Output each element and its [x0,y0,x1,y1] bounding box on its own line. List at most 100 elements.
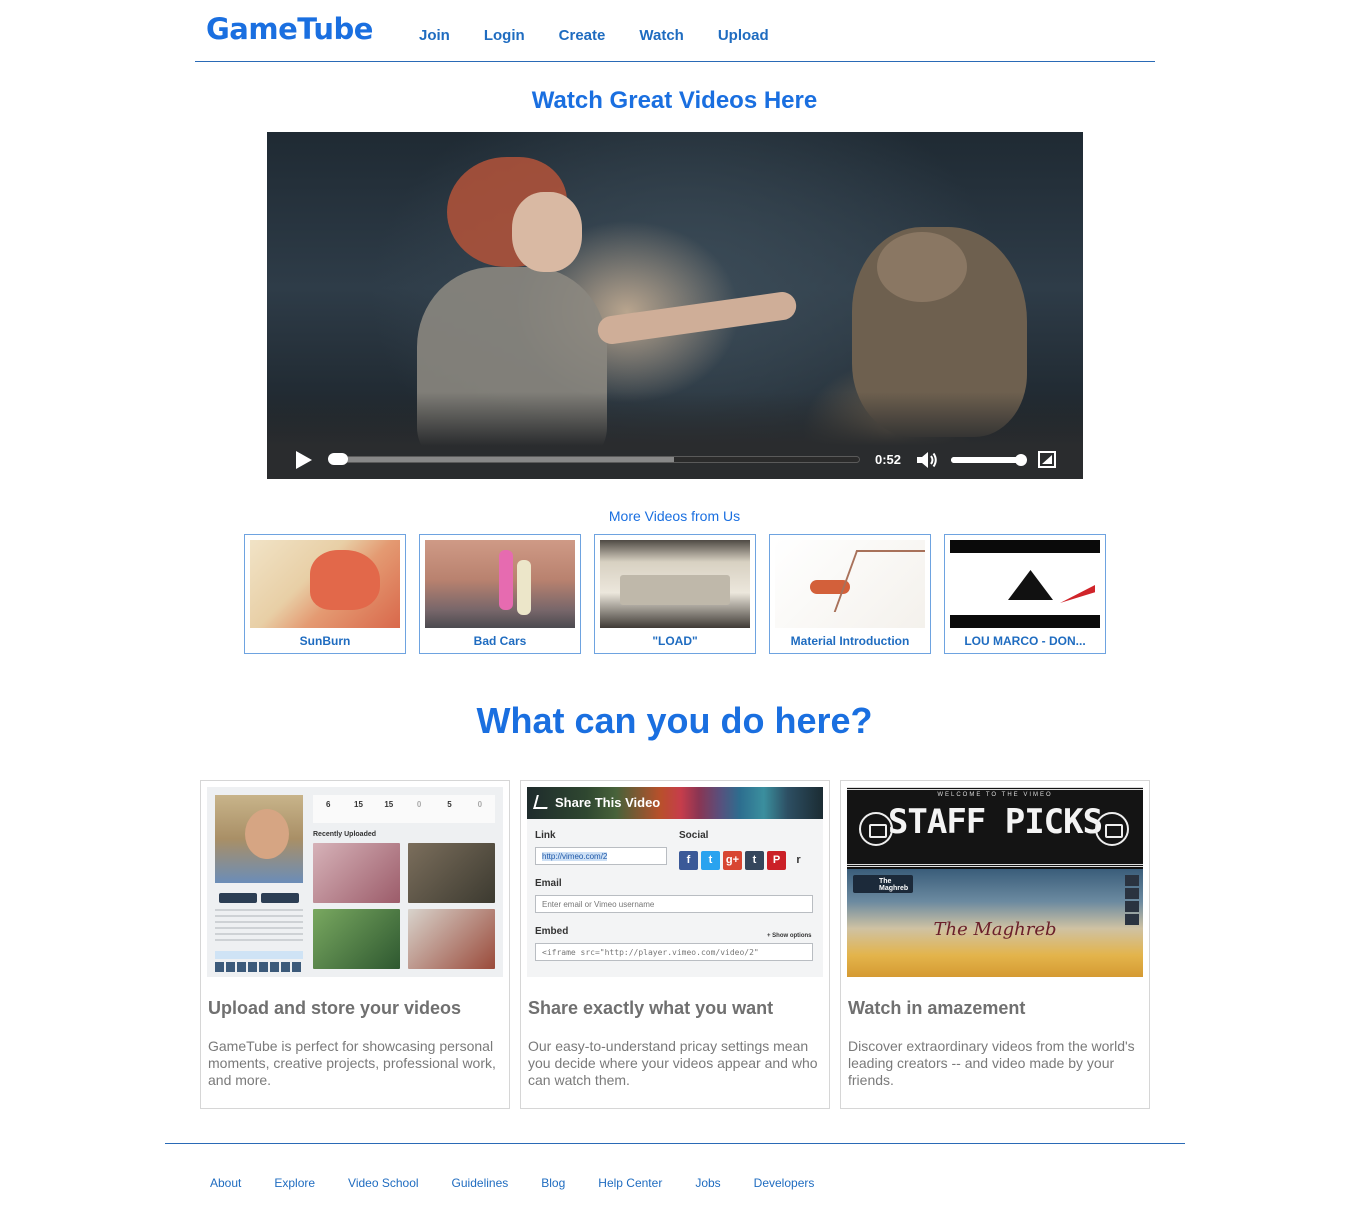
profile-stat: 5 [447,800,452,809]
features-title: What can you do here? [476,700,873,741]
profile-photo [215,795,303,883]
google-plus-icon: g+ [723,851,742,870]
profile-face [245,809,289,859]
share-title: Share This Video [555,795,661,810]
card-text: Our easy-to-understand pricay settings m… [528,1038,818,1088]
more-videos-list: SunBurn Bad Cars "LOAD" Material Introdu… [244,534,1119,654]
tumblr-icon: t [745,851,764,870]
video-script-title: The Maghreb [933,919,1057,940]
footer-link-jobs[interactable]: Jobs [695,1176,720,1190]
more-videos-title: More Videos from Us [608,508,741,524]
profile-stats: 6 15 15 0 5 0 [313,795,495,823]
uploaded-thumb [408,843,495,903]
embed-label: Embed [535,926,569,937]
social-label: Social [679,830,709,841]
feature-card-share: Share This Video Link http://vimeo.com/2… [520,780,830,1109]
follow-button-graphic [219,893,257,903]
social-icons: f t g+ t P r [679,851,811,870]
upload-preview-image: 6 15 15 0 5 0 Recently Uploaded [207,787,503,977]
share-header-bar: Share This Video [527,787,823,819]
thumbnail-title[interactable]: Bad Cars [420,634,580,648]
card-text: Discover extraordinary videos from the w… [848,1038,1135,1088]
footer-nav: About Explore Video School Guidelines Bl… [210,1176,847,1190]
video-thumbnail[interactable]: Bad Cars [419,534,581,654]
video-thumbnail[interactable]: Material Introduction [769,534,931,654]
thumbnail-title[interactable]: SunBurn [245,634,405,648]
profile-stat: 0 [477,800,483,809]
thumbnail-title[interactable]: LOU MARCO - DON... [945,634,1105,648]
thumbnail-title[interactable]: "LOAD" [595,634,755,648]
footer-link-developers[interactable]: Developers [754,1176,815,1190]
site-logo[interactable]: GameTube [206,12,373,46]
hero-title: Watch Great Videos Here [531,87,818,114]
following-avatars-graphic [215,962,303,972]
play-icon[interactable] [296,451,312,469]
facebook-icon: f [679,851,698,870]
staff-picks-welcome: WELCOME TO THE VIMEO [937,792,1053,798]
footer-link-video-school[interactable]: Video School [348,1176,419,1190]
footer-link-explore[interactable]: Explore [274,1176,315,1190]
time-display: 0:52 [875,452,902,467]
thumbnail-image[interactable] [600,540,750,628]
volume-handle[interactable] [1015,454,1027,466]
embed-field: <iframe src="http://player.vimeo.com/vid… [535,943,813,961]
site-header: GameTube Join Login Create Watch Upload [195,0,1155,62]
profile-stat: 6 [325,800,331,809]
uploaded-grid [313,843,495,969]
bio-text-graphic [215,909,303,943]
volume-slider[interactable] [951,457,1019,463]
feature-card-upload: 6 15 15 0 5 0 Recently Uploaded Upload a… [200,780,510,1109]
footer-link-guidelines[interactable]: Guidelines [452,1176,509,1190]
card-heading: Upload and store your videos [208,998,462,1018]
video-badge-text: The Maghreb [879,878,909,892]
footer-link-blog[interactable]: Blog [541,1176,565,1190]
featured-video-frame: The Maghreb The Maghreb [847,869,1143,977]
uploaded-thumb [408,909,495,969]
thumbnail-image[interactable] [425,540,575,628]
feature-cards: 6 15 15 0 5 0 Recently Uploaded Upload a… [200,780,1160,1109]
video-frame-face [512,192,582,272]
uploaded-thumb [313,909,400,969]
video-thumbnail[interactable]: SunBurn [244,534,406,654]
watch-preview-image: WELCOME TO THE VIMEO STAFF PICKS The Mag… [847,787,1143,977]
video-thumbnail[interactable]: LOU MARCO - DON... [944,534,1106,654]
following-bar-graphic [215,951,303,959]
nav-join[interactable]: Join [419,27,450,44]
card-text: GameTube is perfect for showcasing perso… [208,1038,496,1088]
share-icon [533,795,551,809]
link-label: Link [535,830,556,841]
video-side-buttons [1125,875,1139,925]
nav-login[interactable]: Login [484,27,525,44]
footer-divider [165,1143,1185,1144]
twitter-icon: t [701,851,720,870]
show-options-label: + Show options [767,933,812,939]
tv-icon [1095,812,1129,846]
footer-link-help-center[interactable]: Help Center [598,1176,662,1190]
link-field: http://vimeo.com/2 [535,847,667,865]
video-frame-arm [596,290,798,346]
thumbnail-title[interactable]: Material Introduction [770,634,930,648]
player-controls: 0:52 [278,444,1072,474]
progress-handle[interactable] [328,453,348,465]
nav-upload[interactable]: Upload [718,27,769,44]
volume-icon[interactable] [916,451,938,469]
profile-stat: 0 [416,800,422,809]
footer-link-about[interactable]: About [210,1176,241,1190]
feature-card-watch: WELCOME TO THE VIMEO STAFF PICKS The Mag… [840,780,1150,1109]
progress-bar[interactable] [330,456,860,463]
message-button-graphic [261,893,299,903]
video-badge: The Maghreb [853,875,913,893]
video-thumbnail[interactable]: "LOAD" [594,534,756,654]
email-field: Enter email or Vimeo username [535,895,813,913]
profile-stat: 15 [384,800,394,809]
uploaded-thumb [313,843,400,903]
thumbnail-image[interactable] [775,540,925,628]
thumbnail-image[interactable] [250,540,400,628]
fullscreen-icon[interactable] [1038,451,1056,468]
staff-picks-banner: WELCOME TO THE VIMEO STAFF PICKS [847,787,1143,867]
nav-watch[interactable]: Watch [639,27,683,44]
email-label: Email [535,878,562,889]
nav-create[interactable]: Create [559,27,606,44]
thumbnail-image[interactable] [950,540,1100,628]
video-player[interactable]: 0:52 [267,132,1083,479]
